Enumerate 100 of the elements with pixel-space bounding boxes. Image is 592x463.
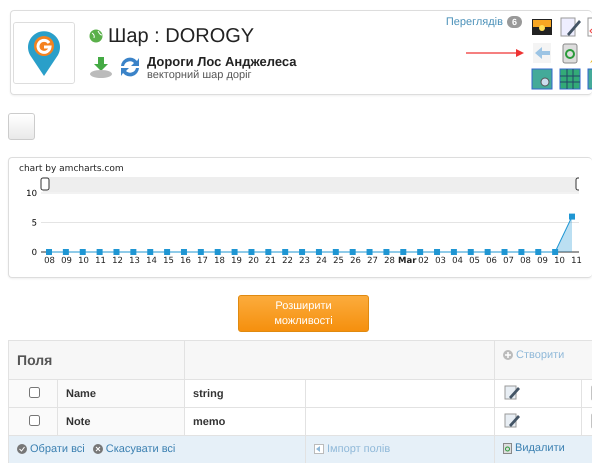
- axis-tick-label: 10: [553, 256, 566, 266]
- axis-tick-label: 09: [536, 256, 549, 266]
- axis-tick-label: 21: [264, 256, 277, 266]
- data-point: [569, 214, 575, 220]
- import-icon: [314, 444, 324, 454]
- data-point: [400, 249, 406, 255]
- axis-tick-label: 13: [128, 256, 141, 266]
- axis-tick-label: 06: [485, 256, 498, 266]
- axis-tick-label: 08: [43, 256, 56, 266]
- data-point: [518, 249, 524, 255]
- axis-tick-label: 15: [162, 256, 175, 266]
- upgrade-button[interactable]: Розширити можливості: [238, 295, 369, 332]
- axis-tick-label: 05: [468, 256, 481, 266]
- axis-tick-label: 17: [196, 256, 209, 266]
- cancel-all-link[interactable]: Скасувати всі: [92, 442, 176, 454]
- axis-tick-label: 23: [298, 256, 311, 266]
- recycle-bin-icon: [503, 442, 512, 454]
- data-point: [198, 249, 204, 255]
- layer-name: Дороги Лос Анджелеса: [147, 54, 297, 68]
- data-point: [96, 249, 103, 255]
- data-point: [332, 249, 339, 255]
- data-point: [46, 249, 52, 255]
- download-icon[interactable]: [89, 56, 113, 78]
- scroll-handle[interactable]: [40, 178, 50, 190]
- data-point: [316, 249, 322, 255]
- delete-link[interactable]: Видалити: [503, 442, 565, 454]
- views-link[interactable]: Переглядів: [446, 16, 503, 28]
- axis-tick-label: 11: [570, 256, 583, 266]
- field-name: Name: [66, 388, 96, 400]
- layer-title: Шар : DOROGY: [108, 24, 254, 48]
- data-point: [502, 249, 508, 255]
- data-point: [248, 249, 254, 255]
- axis-tick-label: 28: [383, 256, 396, 266]
- plus-icon: [503, 350, 513, 360]
- edit-icon[interactable]: [558, 14, 582, 38]
- data-point: [350, 249, 356, 255]
- axis-tick-label: 04: [451, 256, 464, 266]
- axis-tick-label: 08: [519, 256, 532, 266]
- data-point: [552, 249, 558, 255]
- data-point: [535, 249, 542, 255]
- data-point: [468, 249, 474, 255]
- create-link[interactable]: Створити: [503, 349, 564, 361]
- import-fields-link[interactable]: Імпорт полів: [314, 442, 390, 454]
- field-name: Note: [66, 416, 90, 428]
- axis-tick-label: Mar: [398, 256, 415, 266]
- data-point: [164, 249, 170, 255]
- data-point: [232, 249, 238, 255]
- data-point: [147, 249, 154, 255]
- axis-tick-label: 22: [281, 256, 294, 266]
- axis-tick-label: 26: [349, 256, 362, 266]
- chart-credit: chart by amcharts.com: [19, 164, 124, 174]
- axis-tick-label: 24: [315, 256, 328, 266]
- field-type: string: [193, 388, 224, 400]
- axis-tick-label: 27: [366, 256, 379, 266]
- data-point: [113, 249, 120, 255]
- data-point: [62, 249, 69, 255]
- map-search-icon[interactable]: [530, 66, 554, 90]
- scroll-handle[interactable]: [576, 178, 579, 190]
- data-point: [265, 249, 272, 255]
- views-count: 6: [506, 16, 522, 28]
- edit-icon[interactable]: [503, 411, 521, 429]
- data-point: [180, 249, 187, 255]
- axis-tick-label: 02: [417, 256, 430, 266]
- data-point: [417, 249, 424, 255]
- fields-title: Поля: [17, 352, 52, 368]
- edit-icon[interactable]: [503, 383, 521, 401]
- globe-icon: [89, 29, 103, 43]
- axis-tick-label: 20: [247, 256, 260, 266]
- map-pin-logo-icon: [26, 28, 62, 76]
- data-point: [366, 249, 373, 255]
- data-point: [214, 249, 221, 255]
- axis-tick-label: 5: [32, 218, 37, 228]
- axis-tick-label: 18: [213, 256, 226, 266]
- data-point: [282, 249, 288, 255]
- axis-tick-label: 12: [111, 256, 124, 266]
- refresh-icon[interactable]: [118, 55, 142, 79]
- axis-tick-label: 19: [230, 256, 243, 266]
- select-all-link[interactable]: Обрати всі: [17, 442, 85, 454]
- axis-tick-label: 09: [60, 256, 73, 266]
- axis-tick-label: 16: [179, 256, 192, 266]
- data-point: [299, 249, 306, 255]
- data-point: [434, 249, 440, 255]
- axis-tick-label: 03: [434, 256, 447, 266]
- layer-description: векторний шар доріг: [147, 68, 252, 80]
- data-point: [130, 249, 136, 255]
- axis-tick-label: 10: [77, 256, 90, 266]
- axis-tick-label: 0: [32, 248, 37, 256]
- axis-tick-label: 11: [94, 256, 107, 266]
- close-circle-icon: [92, 444, 103, 454]
- row-checkbox[interactable]: [29, 386, 40, 398]
- data-point: [484, 249, 491, 255]
- data-point: [383, 249, 390, 255]
- map-grid-icon[interactable]: [558, 66, 582, 90]
- axis-tick-label: 14: [145, 256, 158, 266]
- axis-tick-label: 07: [502, 256, 515, 266]
- axis-tick-label: 10: [26, 189, 37, 199]
- data-point: [80, 249, 86, 255]
- row-checkbox[interactable]: [29, 414, 40, 426]
- field-type: memo: [193, 416, 226, 428]
- check-circle-icon: [17, 444, 27, 454]
